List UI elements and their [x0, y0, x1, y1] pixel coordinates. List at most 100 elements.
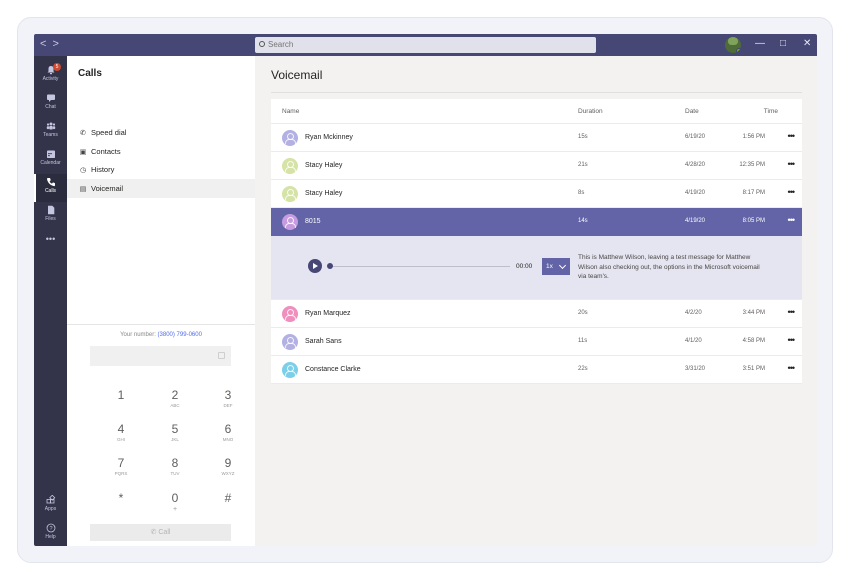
rail-item-calendar[interactable]: Calendar — [34, 146, 67, 174]
user-avatar[interactable] — [725, 37, 741, 53]
svg-text:?: ? — [49, 526, 52, 532]
more-options-icon[interactable]: ••• — [788, 215, 796, 225]
key-letters: ABC — [170, 403, 180, 408]
close-icon[interactable]: ✕ — [803, 38, 811, 49]
caller-name: Ryan Mckinney — [305, 134, 353, 141]
rail-label: Activity — [42, 76, 59, 82]
playback-track[interactable] — [328, 266, 510, 267]
more-options-icon[interactable]: ••• — [788, 159, 796, 169]
table-row[interactable]: Ryan Marquez 20s 4/2/20 3:44 PM ••• — [271, 300, 802, 328]
caller-name: 8015 — [305, 218, 321, 225]
minimize-icon[interactable]: — — [755, 38, 765, 49]
teams-window: <> — □ ✕ Activity 5 Chat Teams Calendar — [34, 34, 817, 546]
more-options-icon[interactable]: ••• — [788, 335, 796, 345]
column-header-time[interactable]: Time — [764, 108, 778, 115]
more-options-icon[interactable]: ••• — [788, 363, 796, 373]
chevron-down-icon — [558, 261, 567, 270]
search-input[interactable] — [268, 40, 568, 49]
duration: 22s — [578, 366, 588, 372]
keypad-key-hash[interactable]: # — [208, 491, 248, 506]
playback-knob[interactable] — [327, 263, 333, 269]
keypad-key-4[interactable]: 4 GHI — [101, 422, 141, 442]
keypad-key-1[interactable]: 1 — [101, 388, 141, 403]
key-letters: GHI — [116, 437, 125, 442]
play-icon[interactable] — [308, 259, 322, 273]
more-options-icon[interactable]: ••• — [788, 131, 796, 141]
rail-item-files[interactable]: Files — [34, 202, 67, 230]
date: 4/28/20 — [685, 162, 706, 168]
keypad-key-9[interactable]: 9 WXYZ — [208, 456, 248, 476]
table-header: Name Duration Date Time — [271, 99, 802, 124]
contact-avatar-icon — [282, 158, 298, 174]
caller-name: Sarah Sans — [305, 338, 342, 345]
nav-item-contacts[interactable]: ▣ Contacts — [67, 142, 255, 161]
key-digit: 6 — [224, 422, 232, 436]
table-row[interactable]: Stacy Haley 21s 4/28/20 12:35 PM ••• — [271, 152, 802, 180]
contact-avatar-icon — [282, 306, 298, 322]
duration: 14s — [578, 218, 588, 224]
keypad-key-star[interactable]: * — [101, 491, 141, 506]
keypad-key-5[interactable]: 5 JKL — [155, 422, 195, 442]
table-row[interactable]: Sarah Sans 11s 4/1/20 4:58 PM ••• — [271, 328, 802, 356]
voicemail-table: Name Duration Date Time Ryan Mckinney 15… — [271, 99, 802, 384]
contact-avatar-icon — [282, 186, 298, 202]
app-rail: Activity 5 Chat Teams Calendar Calls Fil… — [34, 56, 67, 546]
nav-item-history[interactable]: ◷ History — [67, 160, 255, 179]
duration: 20s — [578, 310, 588, 316]
keypad-key-0[interactable]: 0 + — [155, 491, 195, 513]
backspace-icon[interactable] — [218, 352, 225, 359]
key-digit: 5 — [171, 422, 179, 436]
keypad-key-7[interactable]: 7 PQRS — [101, 456, 141, 476]
calls-panel: Calls ✆ Speed dial ▣ Contacts ◷ History ▤ Vo… — [67, 56, 255, 546]
nav-item-voicemail[interactable]: ▤ Voicemail — [67, 179, 255, 198]
rail-item-activity[interactable]: Activity 5 — [34, 62, 67, 90]
rail-label: Apps — [44, 506, 57, 512]
key-letters: WXYZ — [221, 471, 235, 476]
keypad-key-2[interactable]: 2 ABC — [155, 388, 195, 408]
date: 4/19/20 — [685, 190, 706, 196]
keypad-key-6[interactable]: 6 MNO — [208, 422, 248, 442]
column-header-date[interactable]: Date — [685, 108, 699, 115]
table-row[interactable]: Constance Clarke 22s 3/31/20 3:51 PM ••• — [271, 356, 802, 384]
teams-icon — [46, 122, 55, 130]
phone-icon — [46, 178, 55, 187]
rail-item-calls[interactable]: Calls — [34, 174, 67, 202]
rail-item-chat[interactable]: Chat — [34, 90, 67, 118]
search-box[interactable] — [255, 37, 596, 53]
rail-label: Teams — [43, 132, 58, 138]
your-number-value[interactable]: (3800) 799-0600 — [158, 332, 202, 338]
more-options-icon[interactable]: ••• — [788, 307, 796, 317]
table-row-selected[interactable]: 8015 14s 4/19/20 8:05 PM ••• — [271, 208, 802, 236]
search-icon — [259, 41, 265, 47]
voicemail-main: Voicemail Name Duration Date Time Ryan M… — [255, 56, 817, 546]
key-letters: PQRS — [114, 471, 128, 476]
keypad-key-8[interactable]: 8 TUV — [155, 456, 195, 476]
rail-item-more[interactable]: ••• — [34, 232, 67, 260]
call-button[interactable]: ✆ Call — [90, 524, 231, 541]
more-options-icon[interactable]: ••• — [788, 187, 796, 197]
date: 6/19/20 — [685, 134, 706, 140]
table-row[interactable]: Stacy Haley 8s 4/19/20 8:17 PM ••• — [271, 180, 802, 208]
rail-label: Chat — [45, 104, 56, 110]
playback-speed-button[interactable]: 1x — [542, 258, 570, 275]
nav-item-speed-dial[interactable]: ✆ Speed dial — [67, 123, 255, 142]
back-arrow-icon[interactable]: < — [40, 38, 52, 50]
caller-name: Ryan Marquez — [305, 310, 351, 317]
table-row[interactable]: Ryan Mckinney 15s 6/19/20 1:56 PM ••• — [271, 124, 802, 152]
keypad-key-3[interactable]: 3 DEF — [208, 388, 248, 408]
nav-item-label: Contacts — [91, 147, 121, 156]
column-header-duration[interactable]: Duration — [578, 108, 603, 115]
key-digit: 9 — [224, 456, 232, 470]
apps-icon — [46, 495, 55, 504]
maximize-icon[interactable]: □ — [780, 38, 786, 49]
rail-item-help[interactable]: ? Help — [34, 520, 67, 546]
help-icon: ? — [46, 523, 55, 533]
nav-item-label: Voicemail — [91, 184, 124, 193]
rail-item-apps[interactable]: Apps — [34, 492, 67, 520]
title-divider — [271, 92, 802, 93]
dial-number-input[interactable] — [90, 346, 231, 366]
forward-arrow-icon[interactable]: > — [52, 38, 64, 50]
file-icon — [47, 205, 54, 215]
rail-item-teams[interactable]: Teams — [34, 118, 67, 146]
column-header-name[interactable]: Name — [282, 108, 299, 115]
